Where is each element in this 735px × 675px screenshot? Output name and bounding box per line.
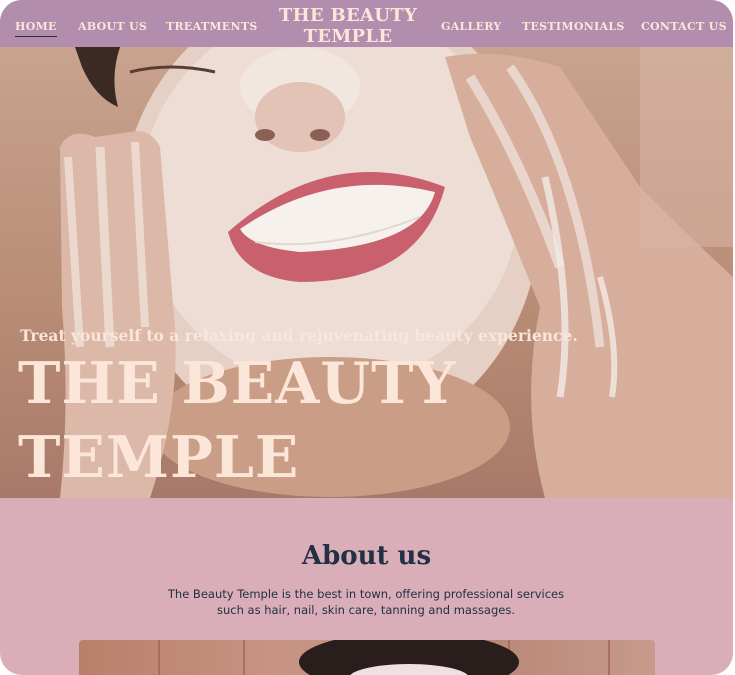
about-photo-image: [158, 640, 610, 675]
nav-item-home[interactable]: HOME: [15, 20, 57, 37]
hero-title-line-1: THE BEAUTY: [18, 350, 457, 417]
hero-section: Treat yourself to a relaxing and rejuven…: [0, 47, 733, 498]
brand-logo[interactable]: THE BEAUTY TEMPLE: [250, 5, 446, 47]
hero-tagline: Treat yourself to a relaxing and rejuven…: [20, 326, 578, 345]
hero-title-line-2: TEMPLE: [18, 424, 300, 491]
nav-item-contact-us[interactable]: CONTACT US: [641, 20, 727, 33]
brand-line-2: TEMPLE: [303, 26, 393, 47]
about-photo: [79, 640, 655, 675]
about-description-line-1: The Beauty Temple is the best in town, o…: [167, 587, 565, 601]
nav-item-gallery[interactable]: GALLERY: [441, 20, 502, 33]
about-description: The Beauty Temple is the best in town, o…: [166, 586, 566, 618]
hero-title: THE BEAUTY TEMPLE: [18, 347, 518, 495]
nav-item-about-us[interactable]: ABOUT US: [78, 20, 147, 33]
about-title: About us: [301, 541, 432, 571]
brand-line-1: THE BEAUTY: [278, 5, 418, 26]
nav-item-treatments[interactable]: TREATMENTS: [166, 20, 258, 33]
nav-item-testimonials[interactable]: TESTIMONIALS: [522, 20, 625, 33]
top-navigation: HOME ABOUT US TREATMENTS THE BEAUTY TEMP…: [0, 0, 733, 47]
page-frame: HOME ABOUT US TREATMENTS THE BEAUTY TEMP…: [0, 0, 733, 675]
about-description-line-2: such as hair, nail, skin care, tanning a…: [216, 603, 516, 617]
